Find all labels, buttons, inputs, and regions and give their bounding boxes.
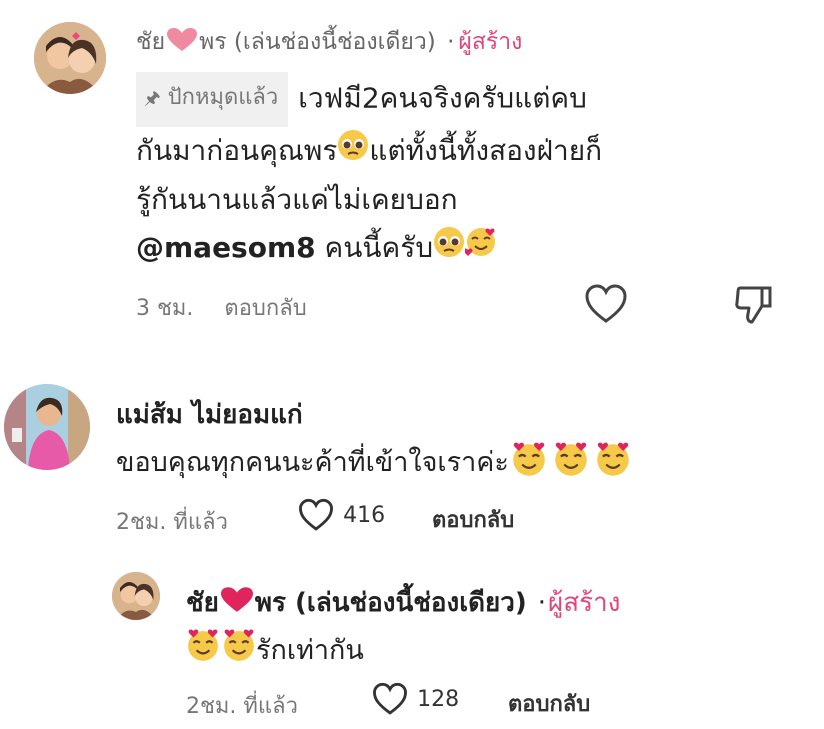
- creator-badge: ผู้สร้าง: [458, 29, 523, 55]
- dislike-button[interactable]: [734, 284, 774, 330]
- like-button[interactable]: [584, 284, 628, 328]
- like-count: 128: [417, 686, 460, 712]
- separator-dot: ·: [447, 29, 455, 55]
- reply-button[interactable]: ตอบกลับ: [224, 296, 306, 321]
- comment-body: ขอบคุณทุกคนนะค้าที่เข้าใจเราค่ะ: [116, 440, 631, 485]
- reply-time: 2ชม. ที่แล้ว: [186, 694, 298, 719]
- creator-avatar[interactable]: [34, 22, 106, 94]
- smiling-hearts-emoji: [595, 442, 631, 485]
- creator-badge: ผู้สร้าง: [548, 588, 621, 618]
- comment-text-line1: เวฟมี2คนจริงครับแต่คบ: [298, 81, 587, 115]
- comment-text-line4: คนนี้ครับ: [324, 231, 434, 264]
- comment-author[interactable]: แม่ส้ม ไม่ยอมแก่: [116, 394, 303, 435]
- comment-text-line2a: กันมาก่อนคุณพร: [136, 134, 338, 167]
- reply-header: ชัย พร (เล่นช่องนี้ช่องเดียว) ·ผู้สร้าง: [186, 582, 620, 623]
- author-name-suffix[interactable]: พร (เล่นช่องนี้ช่องเดียว): [255, 588, 527, 618]
- dislike-icon: [735, 286, 772, 324]
- author-name-prefix[interactable]: ชัย: [186, 588, 219, 618]
- heart-icon: [220, 586, 253, 621]
- comment-header: ชัย พร (เล่นช่องนี้ช่องเดียว) · ผู้สร้าง: [136, 24, 522, 60]
- reply-text: รักเท่ากัน: [256, 635, 364, 666]
- like-button[interactable]: 416: [298, 498, 385, 532]
- smiling-hearts-emoji: [511, 442, 547, 485]
- heart-icon: [585, 284, 627, 323]
- separator-dot: ·: [537, 588, 547, 618]
- pleading-emoji: [337, 128, 369, 176]
- like-count: 416: [343, 502, 386, 528]
- mention-link[interactable]: @maesom8: [136, 231, 316, 264]
- comment-meta: 3 ชม. ตอบกลับ: [136, 290, 307, 325]
- comment-text: ขอบคุณทุกคนนะค้าที่เข้าใจเราค่ะ: [116, 447, 509, 478]
- comment-text-line2b: แต่ทั้งนี้ทั้งสองฝ่ายก็: [369, 134, 603, 167]
- heart-icon: [299, 498, 333, 531]
- smiling-hearts-emoji: [186, 629, 220, 670]
- reply-body: รักเท่ากัน: [186, 628, 364, 671]
- smiling-hearts-emoji: [463, 225, 497, 273]
- like-button[interactable]: 128: [372, 682, 459, 716]
- author-name-suffix[interactable]: พร (เล่นช่องนี้ช่องเดียว): [199, 29, 436, 55]
- comment-time: 3 ชม.: [136, 296, 194, 321]
- user-avatar[interactable]: [4, 384, 90, 470]
- comment-time: 2ชม. ที่แล้ว: [116, 510, 228, 535]
- heart-icon: [373, 682, 407, 715]
- smiling-hearts-emoji: [222, 629, 256, 670]
- pinned-badge: 🖈 ปักหมุดแล้ว: [136, 72, 289, 127]
- pinned-label: ปักหมุดแล้ว: [167, 85, 279, 110]
- reply-button[interactable]: ตอบกลับ: [508, 686, 590, 721]
- heart-icon: [167, 27, 198, 58]
- creator-avatar[interactable]: [112, 572, 160, 620]
- reply-button[interactable]: ตอบกลับ: [432, 502, 514, 537]
- comment-body: 🖈 ปักหมุดแล้ว เวฟมี2คนจริงครับแต่คบ กันมา…: [136, 72, 736, 273]
- smiling-hearts-emoji: [553, 442, 589, 485]
- pin-icon: 🖈: [144, 88, 161, 109]
- pleading-emoji: [433, 225, 465, 273]
- comment-text-line3: รู้กันนานแล้วแค่ไม่เคยบอก: [136, 183, 458, 216]
- author-name-prefix[interactable]: ชัย: [136, 29, 165, 55]
